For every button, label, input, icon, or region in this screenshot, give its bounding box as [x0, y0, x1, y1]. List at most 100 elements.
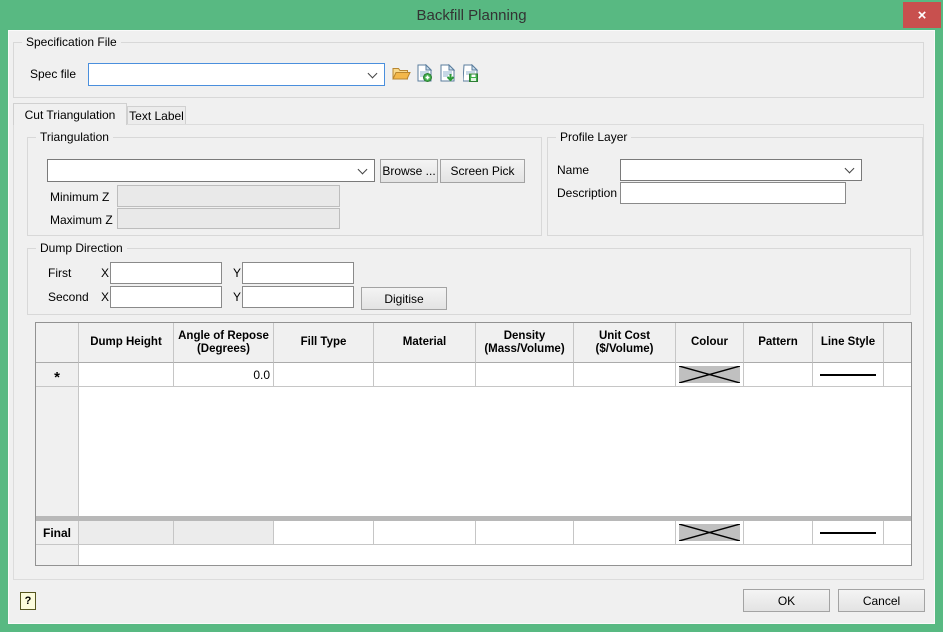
- dump-direction-group-title: Dump Direction: [36, 241, 127, 255]
- chevron-down-icon: [845, 164, 855, 174]
- first-y-field[interactable]: [242, 262, 354, 284]
- final-row-header[interactable]: Final: [36, 521, 79, 545]
- new-row-indicator: *: [54, 364, 60, 386]
- first-x-label: X: [101, 266, 109, 280]
- file-save-icon: [463, 64, 478, 82]
- profile-description-label: Description: [557, 186, 617, 200]
- final-cell-fill-type[interactable]: [274, 521, 374, 545]
- cell-fill-type[interactable]: [274, 363, 374, 387]
- second-label: Second: [48, 290, 89, 304]
- new-row-header[interactable]: *: [36, 363, 79, 387]
- column-header-material[interactable]: Material: [374, 323, 476, 363]
- maximum-z-label: Maximum Z: [50, 213, 113, 227]
- new-row-filler: [884, 363, 911, 387]
- tab-text-label-label: Text Label: [129, 109, 184, 123]
- browse-button[interactable]: Browse ...: [380, 159, 438, 183]
- help-button[interactable]: ?: [20, 592, 36, 610]
- cell-colour[interactable]: [676, 363, 744, 387]
- triangulation-group-title: Triangulation: [36, 130, 113, 144]
- cell-density[interactable]: [476, 363, 574, 387]
- specification-file-group-title: Specification File: [22, 35, 121, 49]
- title-bar: Backfill Planning: [0, 0, 943, 30]
- screen-pick-button[interactable]: Screen Pick: [440, 159, 525, 183]
- no-colour-cross-icon: [679, 524, 740, 541]
- dialog-body: Specification File Spec file: [8, 30, 935, 624]
- backfill-planning-dialog: Backfill Planning × Specification File S…: [0, 0, 943, 632]
- tab-cut-triangulation-label: Cut Triangulation: [25, 108, 116, 122]
- new-spec-file-button[interactable]: [414, 63, 434, 83]
- final-cell-density[interactable]: [476, 521, 574, 545]
- open-spec-file-button[interactable]: [391, 64, 411, 84]
- spec-file-combobox[interactable]: [88, 63, 385, 86]
- cell-unit-cost[interactable]: [574, 363, 676, 387]
- cell-line-style[interactable]: [813, 363, 884, 387]
- colour-swatch: [679, 524, 740, 541]
- column-header-line-style[interactable]: Line Style: [813, 323, 884, 363]
- final-cell-unit-cost[interactable]: [574, 521, 676, 545]
- column-header-unit-cost[interactable]: Unit Cost($/Volume): [574, 323, 676, 363]
- grid-corner-header: [36, 323, 79, 363]
- column-header-colour[interactable]: Colour: [676, 323, 744, 363]
- digitise-button[interactable]: Digitise: [361, 287, 447, 310]
- cell-dump-height[interactable]: [79, 363, 174, 387]
- final-cell-material[interactable]: [374, 521, 476, 545]
- screen-pick-button-label: Screen Pick: [450, 164, 514, 178]
- grid-header-filler: [884, 323, 911, 363]
- backfill-grid: Dump Height Angle of Repose(Degrees) Fil…: [35, 322, 912, 566]
- column-header-dump-height[interactable]: Dump Height: [79, 323, 174, 363]
- folder-open-icon: [392, 66, 411, 82]
- close-icon: ×: [918, 7, 927, 24]
- spec-file-label: Spec file: [30, 67, 76, 81]
- import-spec-file-button[interactable]: [437, 63, 457, 83]
- grid-new-row: * 0.0: [36, 363, 911, 387]
- second-y-label: Y: [233, 290, 241, 304]
- digitise-button-label: Digitise: [384, 292, 423, 306]
- cancel-button[interactable]: Cancel: [838, 589, 925, 612]
- minimum-z-field: [117, 185, 340, 207]
- colour-swatch: [679, 366, 740, 383]
- profile-name-label: Name: [557, 163, 589, 177]
- ok-button-label: OK: [778, 594, 795, 608]
- ok-button[interactable]: OK: [743, 589, 830, 612]
- line-style-preview: [820, 374, 876, 376]
- second-x-label: X: [101, 290, 109, 304]
- final-cell-angle-of-repose: [174, 521, 274, 545]
- help-icon: ?: [25, 595, 32, 607]
- grid-header-row: Dump Height Angle of Repose(Degrees) Fil…: [36, 323, 911, 363]
- maximum-z-field: [117, 208, 340, 229]
- second-x-field[interactable]: [110, 286, 222, 308]
- grid-bottom-area: [36, 545, 911, 565]
- final-cell-pattern[interactable]: [744, 521, 813, 545]
- cell-material[interactable]: [374, 363, 476, 387]
- profile-description-field[interactable]: [620, 182, 846, 204]
- column-header-density[interactable]: Density(Mass/Volume): [476, 323, 574, 363]
- column-header-fill-type[interactable]: Fill Type: [274, 323, 374, 363]
- final-row-filler: [884, 521, 911, 545]
- browse-button-label: Browse ...: [382, 164, 435, 178]
- row-header-column-strip: [36, 545, 79, 565]
- second-y-field[interactable]: [242, 286, 354, 308]
- final-cell-colour[interactable]: [676, 521, 744, 545]
- chevron-down-icon: [358, 164, 368, 174]
- save-spec-file-button[interactable]: [460, 63, 480, 83]
- minimum-z-label: Minimum Z: [50, 190, 109, 204]
- line-style-preview: [820, 532, 876, 534]
- tab-cut-triangulation[interactable]: Cut Triangulation: [13, 103, 127, 125]
- file-import-icon: [440, 64, 455, 82]
- cell-angle-of-repose[interactable]: 0.0: [174, 363, 274, 387]
- final-cell-dump-height: [79, 521, 174, 545]
- file-new-icon: [417, 64, 432, 82]
- row-header-column-strip: [36, 387, 79, 516]
- cell-pattern[interactable]: [744, 363, 813, 387]
- grid-empty-area: [36, 387, 911, 516]
- column-header-pattern[interactable]: Pattern: [744, 323, 813, 363]
- first-y-label: Y: [233, 266, 241, 280]
- first-x-field[interactable]: [110, 262, 222, 284]
- tab-text-label[interactable]: Text Label: [127, 106, 186, 124]
- close-button[interactable]: ×: [903, 2, 941, 28]
- final-cell-line-style[interactable]: [813, 521, 884, 545]
- profile-name-combobox[interactable]: [620, 159, 862, 181]
- triangulation-combobox[interactable]: [47, 159, 375, 182]
- column-header-angle-of-repose[interactable]: Angle of Repose(Degrees): [174, 323, 274, 363]
- cancel-button-label: Cancel: [863, 594, 900, 608]
